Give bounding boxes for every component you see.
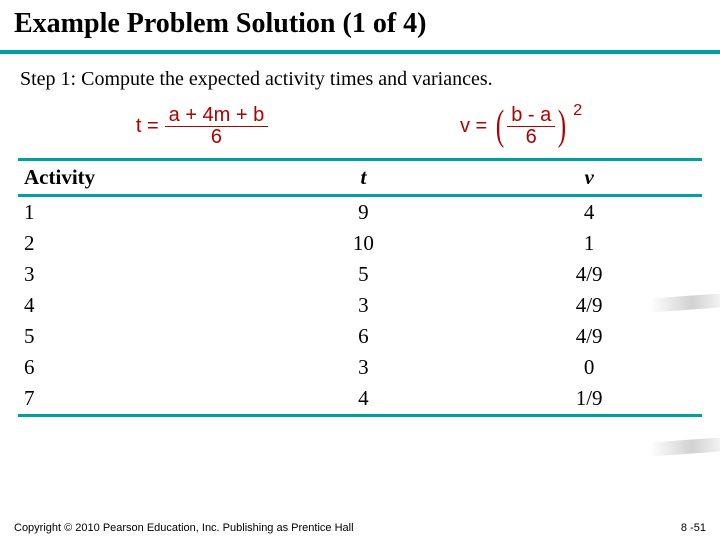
page-number: 8 -51 (681, 522, 706, 534)
cell-activity: 1 (18, 196, 251, 229)
cell-activity: 6 (18, 352, 251, 383)
cell-v: 4/9 (476, 321, 702, 352)
formula-t: t = a + 4m + b 6 (136, 105, 268, 148)
step-text: Step 1: Compute the expected activity ti… (0, 54, 720, 101)
cell-v: 0 (476, 352, 702, 383)
formula-v-num: b - a (507, 105, 555, 127)
formula-row: t = a + 4m + b 6 v = ( b - a 6 ) 2 (0, 101, 720, 158)
page-title: Example Problem Solution (1 of 4) (0, 0, 720, 44)
formula-t-lhs: t = (136, 115, 159, 138)
table-body: 1942101354/9434/9564/9630741/9 (18, 196, 702, 416)
table-row: 354/9 (18, 259, 702, 290)
data-table-wrap: Activity t v 1942101354/9434/9564/963074… (0, 158, 720, 417)
cell-t: 5 (251, 259, 477, 290)
cell-t: 4 (251, 383, 477, 416)
table-header-row: Activity t v (18, 160, 702, 196)
cell-v: 1 (476, 228, 702, 259)
cell-activity: 3 (18, 259, 251, 290)
cell-activity: 4 (18, 290, 251, 321)
cell-t: 10 (251, 228, 477, 259)
formula-v: v = ( b - a 6 ) 2 (460, 105, 584, 148)
formula-v-lhs: v = (460, 115, 487, 138)
cell-v: 4/9 (476, 259, 702, 290)
table-row: 434/9 (18, 290, 702, 321)
left-paren-icon: ( (496, 110, 504, 144)
cell-t: 3 (251, 352, 477, 383)
col-v: v (476, 160, 702, 196)
table-row: 741/9 (18, 383, 702, 416)
cell-activity: 2 (18, 228, 251, 259)
cell-activity: 7 (18, 383, 251, 416)
cell-v: 4 (476, 196, 702, 229)
table-row: 194 (18, 196, 702, 229)
formula-t-den: 6 (207, 127, 226, 148)
cell-t: 3 (251, 290, 477, 321)
table-row: 2101 (18, 228, 702, 259)
col-activity: Activity (18, 160, 251, 196)
footer: Copyright © 2010 Pearson Education, Inc.… (0, 522, 720, 534)
col-t: t (251, 160, 477, 196)
data-table: Activity t v 1942101354/9434/9564/963074… (18, 158, 702, 417)
formula-v-paren: ( b - a 6 ) (493, 105, 569, 148)
cell-t: 6 (251, 321, 477, 352)
formula-t-num: a + 4m + b (165, 105, 269, 127)
formula-v-frac: b - a 6 (507, 105, 555, 148)
formula-t-frac: a + 4m + b 6 (165, 105, 269, 148)
copyright-text: Copyright © 2010 Pearson Education, Inc.… (14, 522, 354, 534)
table-row: 564/9 (18, 321, 702, 352)
table-row: 630 (18, 352, 702, 383)
right-paren-icon: ) (558, 110, 566, 144)
formula-v-den: 6 (522, 127, 541, 148)
decorative-wedge (650, 438, 720, 457)
cell-v: 1/9 (476, 383, 702, 416)
cell-t: 9 (251, 196, 477, 229)
formula-v-exp: 2 (573, 102, 582, 120)
cell-activity: 5 (18, 321, 251, 352)
